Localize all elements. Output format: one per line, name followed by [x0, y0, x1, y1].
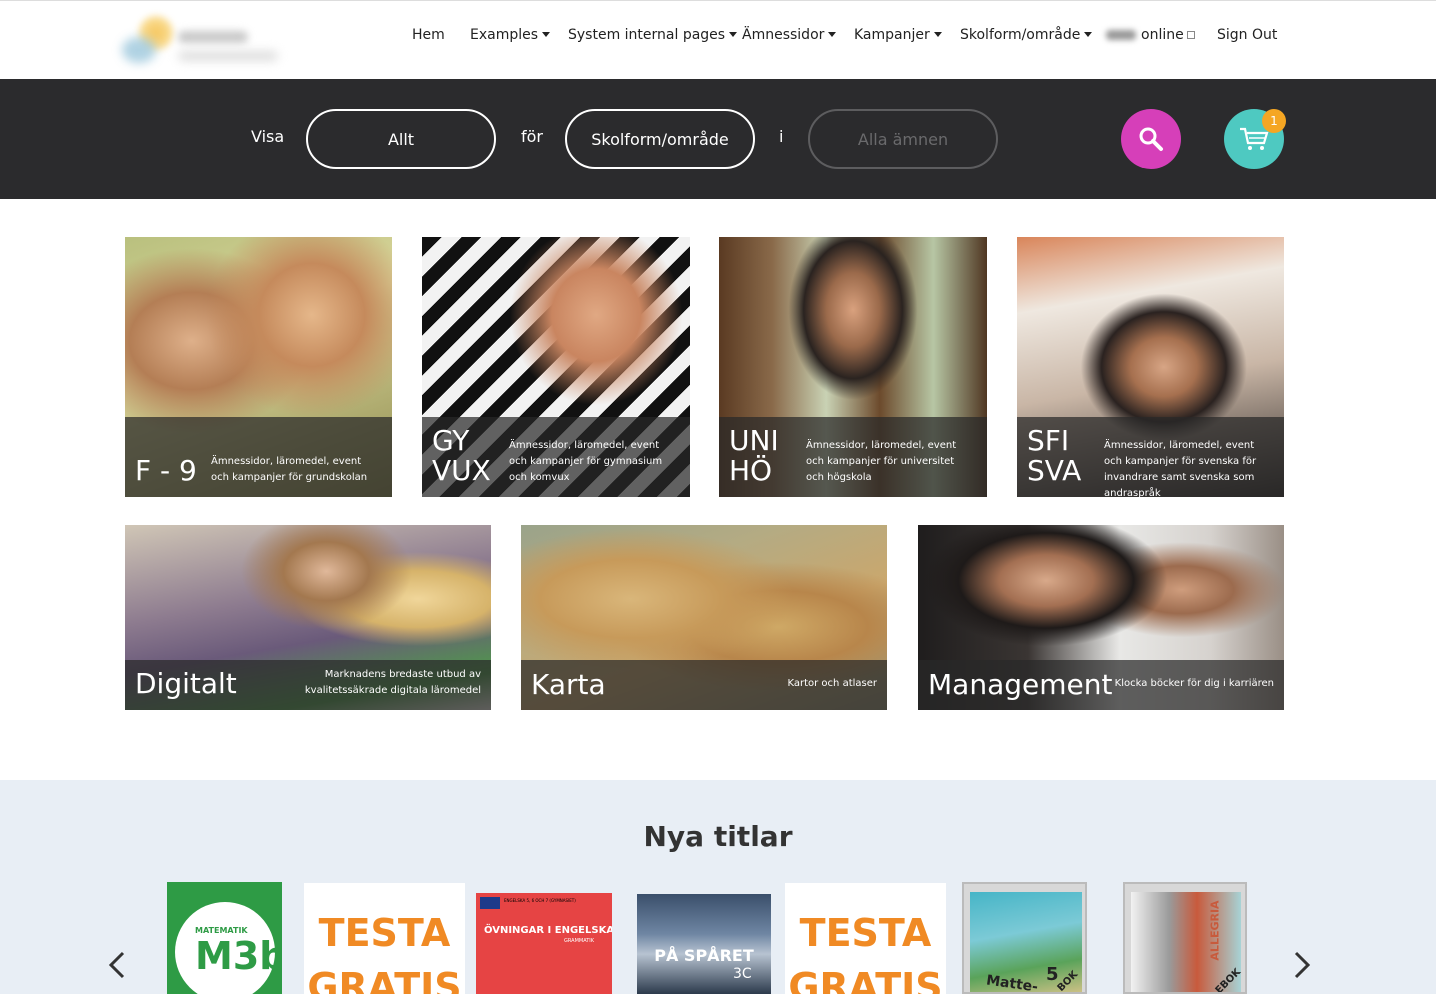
- for-label: för: [521, 127, 543, 146]
- nav-item-sign-out[interactable]: Sign Out: [1217, 27, 1277, 47]
- chevron-right-icon: [1294, 951, 1311, 979]
- nav-label: Kampanjer: [854, 27, 930, 43]
- tile-description: Ämnessidor, läromedel, event och kampanj…: [211, 456, 368, 483]
- nav-label: System internal pages: [568, 27, 726, 43]
- new-titles-heading: Nya titlar: [643, 820, 793, 853]
- tile-title: Management: [928, 668, 1113, 701]
- book-cover-label: TESTA: [799, 911, 932, 955]
- logo-blurred-text: [178, 31, 248, 43]
- book-cover-title: PÅ SPÅRET: [654, 946, 754, 965]
- tile-title-line2: SVA: [1027, 454, 1082, 487]
- tile-title-line1: GY: [432, 424, 470, 457]
- nav-item-kampanjer[interactable]: Kampanjer: [854, 27, 942, 47]
- nav-item-amnessidor[interactable]: Ämnessidor: [742, 27, 837, 47]
- nav-label: Hem: [412, 27, 445, 43]
- book-cover-title: ALLEGRIA: [1208, 900, 1222, 961]
- caret-down-icon: [1084, 32, 1093, 37]
- visa-label: Visa: [251, 127, 285, 146]
- logo-leaf-graphic: [122, 37, 156, 63]
- filter-search-bar: Visa Allt för Skolform/område i Alla ämn…: [0, 79, 1436, 199]
- caret-down-icon: [729, 32, 738, 37]
- book-matte-5[interactable]: Matte- 5 BOK: [962, 882, 1087, 994]
- external-link-icon: [1186, 31, 1195, 39]
- tile-uni-ho[interactable]: UNI HÖ Ämnessidor, läromedel, event och …: [719, 237, 987, 497]
- search-icon: [1139, 127, 1163, 151]
- caret-down-icon: [933, 32, 942, 37]
- book-testa-gratis-2[interactable]: TESTA GRATIS: [785, 883, 946, 994]
- book-cover-title: ÖVNINGAR I ENGELSKA: [484, 925, 612, 936]
- tile-sfi-sva[interactable]: SFI SVA Ämnessidor, läromedel, event och…: [1017, 237, 1284, 497]
- book-cover-label: GRAMMATIK: [564, 938, 595, 944]
- filter-school-select[interactable]: Skolform/område: [565, 109, 755, 169]
- book-allegria[interactable]: ALLEGRIA EBOK: [1123, 882, 1247, 994]
- nav-item-online[interactable]: online: [1106, 27, 1195, 47]
- top-navigation-bar: Hem Examples System internal pages Ämnes…: [0, 0, 1436, 79]
- logo-blurred-subtext: [178, 51, 278, 61]
- nav-item-examples[interactable]: Examples: [470, 27, 551, 47]
- book-cover-title: GRATIS: [788, 965, 943, 994]
- tile-f9[interactable]: F - 9 Ämnessidor, läromedel, event och k…: [125, 237, 392, 497]
- book-cover-matematik[interactable]: MATEMATIK M3b: [167, 882, 282, 994]
- tile-description: Marknadens bredaste utbud av kvalitetssä…: [304, 669, 481, 696]
- cart-count-badge: 1: [1262, 109, 1286, 133]
- filter-subject-select[interactable]: Alla ämnen: [808, 109, 998, 169]
- book-cover-title: M3b: [195, 934, 282, 978]
- nav-item-hem[interactable]: Hem: [412, 27, 445, 47]
- tile-title-line2: HÖ: [729, 454, 773, 487]
- nav-label: Ämnessidor: [742, 27, 825, 43]
- book-testa-gratis-1[interactable]: TESTA GRATIS: [304, 883, 465, 994]
- tile-description: Ämnessidor, läromedel, event och kampanj…: [1104, 440, 1257, 497]
- caret-down-icon: [542, 32, 551, 37]
- shopping-cart-icon: [1240, 127, 1269, 150]
- book-cover-level: 3C: [733, 966, 752, 982]
- search-button[interactable]: [1121, 109, 1181, 169]
- tile-karta[interactable]: Karta Kartor och atlaser: [521, 525, 887, 710]
- site-logo[interactable]: [118, 7, 283, 71]
- book-cover-title: GRATIS: [307, 965, 462, 994]
- nav-label: Sign Out: [1217, 27, 1278, 43]
- carousel-prev-button[interactable]: [103, 950, 133, 980]
- filter-type-select[interactable]: Allt: [306, 109, 496, 169]
- filter-subject-placeholder: Alla ämnen: [857, 129, 949, 149]
- chevron-left-icon: [108, 951, 125, 979]
- nav-label: Examples: [470, 27, 539, 43]
- book-cover-number: 5: [1046, 964, 1059, 985]
- tile-title-line2: VUX: [432, 454, 491, 487]
- tile-title: F - 9: [135, 454, 197, 487]
- tile-title: Digitalt: [135, 667, 237, 700]
- caret-down-icon: [828, 32, 837, 37]
- tile-gy-vux[interactable]: GY VUX Ämnessidor, läromedel, event och …: [422, 237, 690, 497]
- blurred-brand-name: [1106, 30, 1136, 40]
- tile-digitalt[interactable]: Digitalt Marknadens bredaste utbud av kv…: [125, 525, 491, 710]
- nav-label: online: [1141, 27, 1184, 43]
- tile-management[interactable]: Management Klocka böcker för dig i karri…: [918, 525, 1284, 710]
- tile-description: Klocka böcker för dig i karriären: [1114, 678, 1274, 689]
- tile-title-line1: UNI: [729, 424, 779, 457]
- tile-description: Ämnessidor, läromedel, event och kampanj…: [509, 440, 663, 483]
- tile-description: Kartor och atlaser: [787, 678, 877, 689]
- filter-school-value: Skolform/område: [591, 129, 729, 149]
- book-ovningar-engelska[interactable]: ENGELSKA 5, 6 OCH 7 (GYMNASIET) ÖVNINGAR…: [476, 893, 612, 994]
- nav-label: Skolform/område: [960, 27, 1081, 43]
- book-cover-subtitle: ENGELSKA 5, 6 OCH 7 (GYMNASIET): [504, 898, 576, 903]
- book-pa-sparet[interactable]: PÅ SPÅRET 3C: [637, 894, 771, 994]
- carousel-next-button[interactable]: [1286, 950, 1316, 980]
- tile-title-line1: SFI: [1027, 424, 1070, 457]
- book-cover-label: TESTA: [318, 911, 451, 955]
- tile-title: Karta: [531, 668, 606, 701]
- nav-item-skolform[interactable]: Skolform/område: [960, 27, 1093, 47]
- i-label: i: [779, 127, 784, 146]
- nav-item-system-internal-pages[interactable]: System internal pages: [568, 27, 738, 47]
- tile-description: Ämnessidor, läromedel, event och kampanj…: [806, 440, 957, 483]
- filter-type-value: Allt: [387, 129, 415, 149]
